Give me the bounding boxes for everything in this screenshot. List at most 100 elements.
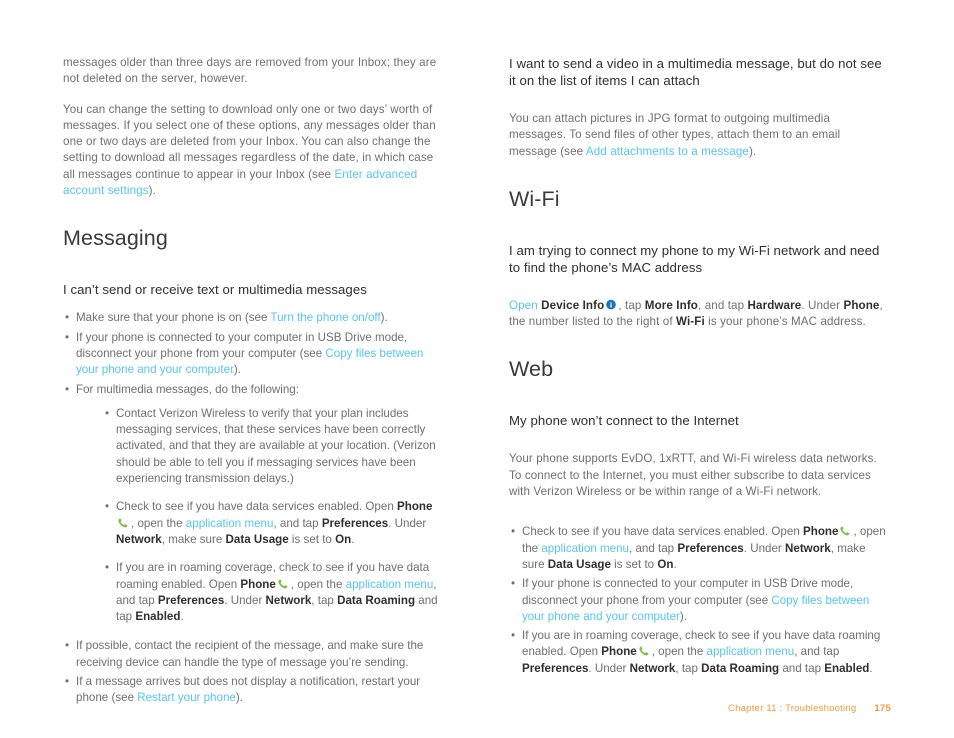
paragraph-text-part: , tap (618, 298, 645, 312)
web-bullet-list: • Check to see if you have data services … (509, 524, 889, 677)
download-settings-paragraph: You can change the setting to download o… (63, 102, 443, 200)
bullet-text-part: . Under (224, 593, 266, 607)
bullet-icon: • (65, 675, 70, 689)
link-turn-the-phone-on-off[interactable]: Turn the phone on/off (270, 311, 380, 324)
document-page: messages older than three days are remov… (0, 0, 954, 738)
bullet-icon: • (105, 500, 110, 514)
bullet-icon: • (105, 406, 110, 420)
bullet-text-part: Make sure that your phone is on (see (76, 311, 271, 325)
section-heading-wifi: Wi-Fi (509, 186, 560, 211)
bold-more-info: More Info (644, 298, 699, 312)
phone-icon (638, 645, 651, 657)
page-footer: Chapter 11 : Troubleshooting 175 (728, 703, 891, 714)
bold-preferences: Preferences (321, 516, 389, 530)
link-restart-your-phone[interactable]: Restart your phone (137, 691, 236, 704)
bold-phone: Phone (803, 525, 839, 539)
bullet-text-part: , and tap (629, 541, 678, 555)
attach-pictures-paragraph: You can attach pictures in JPG format to… (509, 111, 889, 160)
subheading-mac-address: I am trying to connect my phone to my Wi… (509, 242, 880, 275)
paragraph-text-part: , and tap (698, 298, 748, 312)
bullet-text-part: . Under (388, 516, 427, 530)
bullet-text-part: , open the (290, 577, 346, 591)
paragraph-text-part: ). (749, 144, 757, 158)
list-item: • For multimedia messages, do the followi… (63, 382, 443, 626)
bold-phone: Phone (240, 577, 276, 591)
link-application-menu[interactable]: application menu (186, 517, 274, 530)
bold-on: On (657, 557, 674, 571)
bullet-text-part: . (180, 610, 184, 624)
bold-enabled: Enabled (824, 661, 870, 675)
left-column: messages older than three days are remov… (63, 55, 443, 710)
bullet-text-part: Check to see if you have data services e… (116, 500, 397, 514)
subheading-cant-send-receive: I can’t send or receive text or multimed… (63, 282, 367, 298)
messaging-bullet-list: • Make sure that your phone is on (see Tu… (63, 310, 443, 706)
info-icon (605, 299, 617, 311)
bullet-text-part: If possible, contact the recipient of th… (76, 639, 424, 669)
bullet-icon: • (511, 577, 516, 591)
bullet-text-part: , open the (651, 645, 707, 659)
footer-chapter-label: Chapter 11 : Troubleshooting (728, 703, 857, 714)
bold-network: Network (265, 593, 312, 607)
bullet-text-part: ). (679, 609, 687, 623)
bold-data-usage: Data Usage (225, 532, 289, 546)
bold-hardware: Hardware (747, 298, 802, 312)
list-item: • Make sure that your phone is on (see Tu… (63, 310, 443, 326)
bullet-text-part: , and tap (273, 516, 322, 530)
bullet-text-part: , and tap (794, 645, 840, 659)
list-item: • Contact Verizon Wireless to verify that… (103, 406, 443, 487)
link-application-menu[interactable]: application menu (541, 542, 629, 555)
bullet-icon: • (105, 561, 110, 575)
bullet-text-part: ). (235, 691, 243, 705)
bullet-text-part: , tap (675, 661, 702, 675)
bullet-icon: • (511, 629, 516, 643)
bold-on: On (335, 532, 352, 546)
list-item: • Check to see if you have data services … (103, 499, 443, 548)
mac-address-instructions-paragraph: Open Device Info , tap More Info, and tap… (509, 298, 889, 331)
bullet-text-part: , tap (311, 593, 338, 607)
bullet-text-part: ). (380, 311, 388, 325)
phone-icon (839, 525, 852, 537)
bullet-text-part: , open the (131, 516, 186, 530)
link-open[interactable]: Open (509, 299, 538, 312)
bullet-icon: • (511, 525, 516, 539)
list-item: • If you are in roaming coverage, check t… (103, 560, 443, 625)
bold-network: Network (629, 661, 676, 675)
bold-wifi: Wi-Fi (676, 315, 705, 329)
multimedia-sub-bullet-list: • Contact Verizon Wireless to verify that… (76, 406, 443, 626)
bold-network: Network (116, 532, 162, 546)
bullet-icon: • (65, 330, 70, 344)
bullet-text-part: is set to (288, 532, 336, 546)
network-support-paragraph: Your phone supports EvDO, 1xRTT, and Wi-… (509, 452, 877, 499)
bold-device-info: Device Info (541, 298, 605, 312)
bullet-text-part: is set to (610, 557, 658, 571)
bullet-text-part: . Under (588, 661, 630, 675)
bullet-text-part: Check to see if you have data services e… (522, 525, 803, 539)
bold-preferences: Preferences (522, 661, 589, 675)
list-item: • Check to see if you have data services … (509, 524, 889, 573)
subheading-wont-connect-internet: My phone won’t connect to the Internet (509, 413, 739, 429)
bold-data-roaming: Data Roaming (337, 593, 416, 607)
bullet-text-part: and tap (779, 661, 825, 675)
bold-data-roaming: Data Roaming (701, 661, 780, 675)
footer-page-number: 175 (874, 703, 891, 714)
link-application-menu[interactable]: application menu (346, 578, 434, 591)
bold-phone: Phone (601, 645, 637, 659)
bullet-text-part: . (673, 557, 677, 571)
link-application-menu[interactable]: application menu (707, 645, 795, 658)
bold-data-usage: Data Usage (547, 557, 611, 571)
phone-icon (117, 517, 130, 529)
paragraph-text-part: . Under (801, 298, 844, 312)
link-add-attachments-to-a-message[interactable]: Add attachments to a message (586, 145, 749, 158)
subheading-send-video-multimedia: I want to send a video in a multimedia m… (509, 56, 882, 88)
bold-preferences: Preferences (157, 593, 225, 607)
bullet-icon: • (65, 311, 70, 325)
bullet-icon: • (65, 382, 70, 396)
bullet-text-part: . (869, 661, 873, 675)
list-item: • If you are in roaming coverage, check t… (509, 628, 889, 677)
right-column: I want to send a video in a multimedia m… (509, 55, 889, 680)
